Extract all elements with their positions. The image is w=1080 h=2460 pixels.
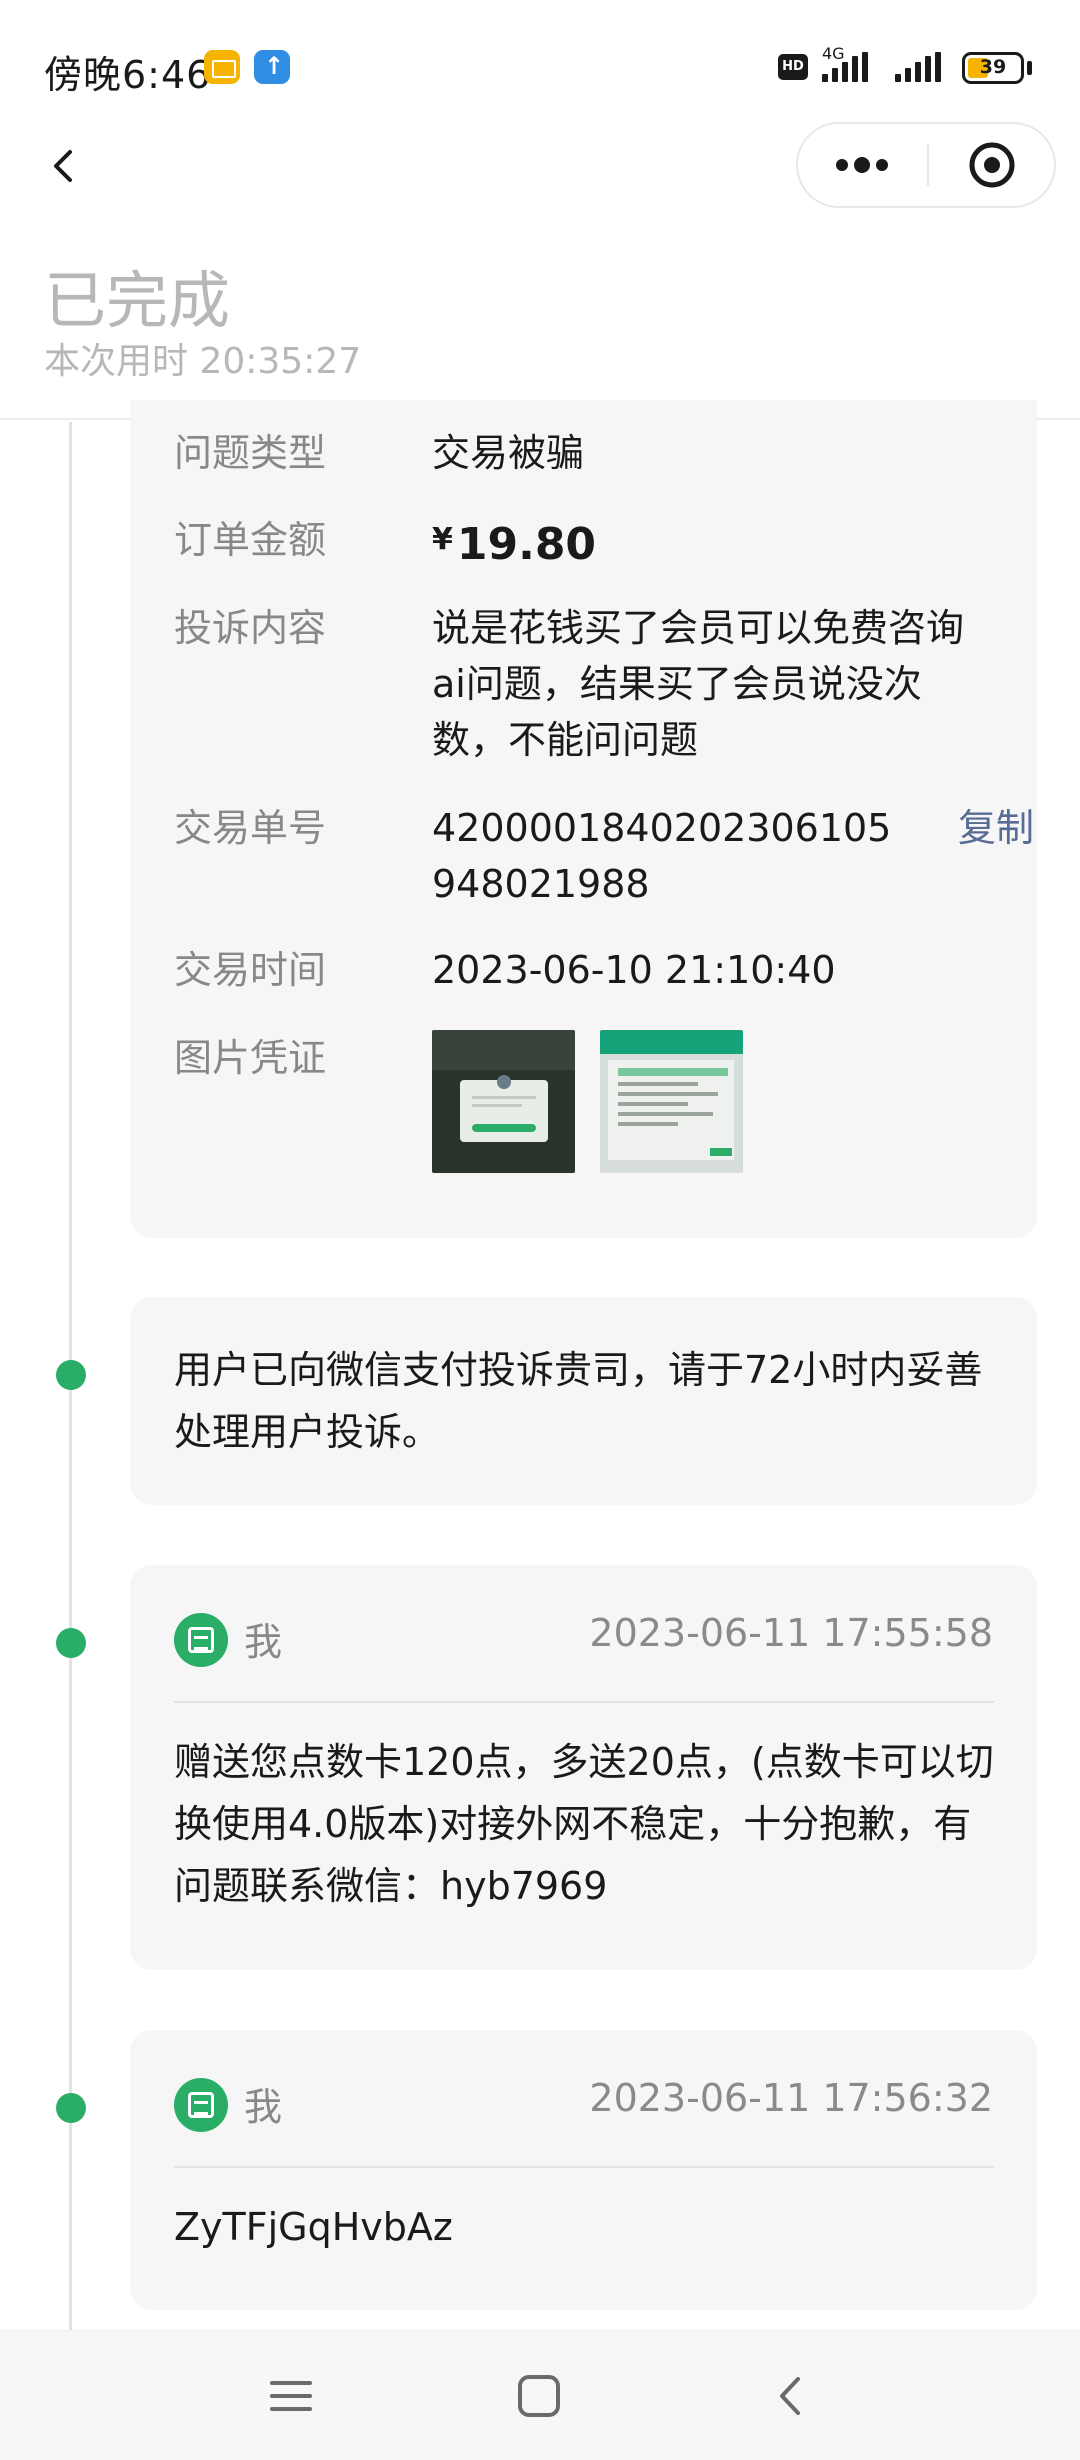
system-navigation-bar bbox=[0, 2330, 1080, 2460]
issue-type-value: 交易被骗 bbox=[432, 431, 585, 475]
status-header: 已完成 本次用时 20:35:27 bbox=[0, 210, 1080, 420]
back-button[interactable] bbox=[36, 130, 96, 200]
signal-icon-secondary bbox=[895, 52, 941, 82]
menu-icon bbox=[270, 2381, 312, 2411]
message-divider bbox=[174, 1701, 994, 1703]
timeline-dot bbox=[56, 1628, 86, 1658]
mini-program-capsule bbox=[796, 122, 1056, 208]
back-icon bbox=[780, 2377, 800, 2415]
back-arrow-icon bbox=[54, 150, 72, 182]
elapsed-time: 本次用时 20:35:27 bbox=[44, 341, 362, 382]
close-target-icon bbox=[969, 142, 1015, 188]
issue-type-label: 问题类型 bbox=[174, 431, 327, 475]
copy-button[interactable]: 复制 bbox=[958, 800, 1034, 856]
complaint-content-value: 说是花钱买了会员可以免费咨询ai问题，结果买了会员说没次数，不能问问题 bbox=[432, 606, 965, 762]
home-button[interactable] bbox=[498, 2355, 580, 2437]
message-time: 2023-06-11 17:56:32 bbox=[589, 2076, 993, 2120]
system-back-button[interactable] bbox=[750, 2355, 832, 2437]
message-card: 我 2023-06-11 17:55:58 赠送您点数卡120点，多送20点，(… bbox=[130, 1565, 1037, 1970]
message-time: 2023-06-11 17:55:58 bbox=[589, 1611, 993, 1655]
upload-notification-icon bbox=[254, 50, 290, 84]
evidence-image-2[interactable] bbox=[600, 1030, 743, 1173]
timeline-dot bbox=[56, 1360, 86, 1390]
signal-icon bbox=[822, 52, 868, 82]
notice-card: 用户已向微信支付投诉贵司，请于72小时内妥善处理用户投诉。 bbox=[130, 1297, 1037, 1505]
amount-number: 19.80 bbox=[456, 519, 597, 570]
message-author: 我 bbox=[244, 2085, 283, 2129]
transaction-time-label: 交易时间 bbox=[174, 948, 327, 992]
battery-icon: 39 bbox=[962, 52, 1024, 84]
more-button[interactable] bbox=[798, 124, 928, 206]
battery-percent: 39 bbox=[979, 56, 1007, 78]
order-amount-label: 订单金额 bbox=[174, 518, 327, 562]
status-bar: 傍晚6:46 HD 4G 39 bbox=[0, 0, 1080, 130]
message-text: 赠送您点数卡120点，多送20点，(点数卡可以切换使用4.0版本)对接外网不稳定… bbox=[174, 1740, 994, 1908]
order-amount-value: ¥19.80 bbox=[432, 512, 992, 573]
transaction-time-value: 2023-06-10 21:10:40 bbox=[432, 948, 836, 992]
message-card: 我 2023-06-11 17:56:32 ZyTFjGqHvbAz bbox=[130, 2030, 1037, 2310]
timeline-dot bbox=[56, 2093, 86, 2123]
transaction-id-label: 交易单号 bbox=[174, 806, 327, 850]
close-button[interactable] bbox=[928, 124, 1056, 206]
notice-text: 用户已向微信支付投诉贵司，请于72小时内妥善处理用户投诉。 bbox=[174, 1348, 983, 1454]
complaint-content-label: 投诉内容 bbox=[174, 606, 327, 650]
battery-cap bbox=[1027, 61, 1032, 75]
message-text: ZyTFjGqHvbAz bbox=[174, 2205, 453, 2249]
home-icon bbox=[518, 2375, 560, 2417]
complaint-detail-card: 问题类型 交易被骗 订单金额 ¥19.80 投诉内容 说是花钱买了会员可以免费咨… bbox=[130, 400, 1037, 1238]
hd-badge: HD bbox=[778, 54, 808, 80]
more-dots-icon bbox=[836, 157, 888, 173]
message-author: 我 bbox=[244, 1620, 283, 1664]
merchant-avatar-icon bbox=[174, 1613, 228, 1667]
transaction-id-value: 4200001840202306105948021988 bbox=[432, 806, 892, 906]
mail-notification-icon bbox=[204, 50, 240, 84]
evidence-image-1[interactable] bbox=[432, 1030, 575, 1173]
merchant-avatar-icon bbox=[174, 2078, 228, 2132]
evidence-label: 图片凭证 bbox=[174, 1036, 327, 1080]
recent-apps-button[interactable] bbox=[250, 2355, 332, 2437]
status-time: 傍晚6:46 bbox=[44, 53, 212, 97]
currency-symbol: ¥ bbox=[432, 522, 453, 557]
evidence-row: 图片凭证 bbox=[174, 1030, 994, 1180]
message-divider bbox=[174, 2166, 994, 2168]
page-title: 已完成 bbox=[44, 264, 231, 337]
